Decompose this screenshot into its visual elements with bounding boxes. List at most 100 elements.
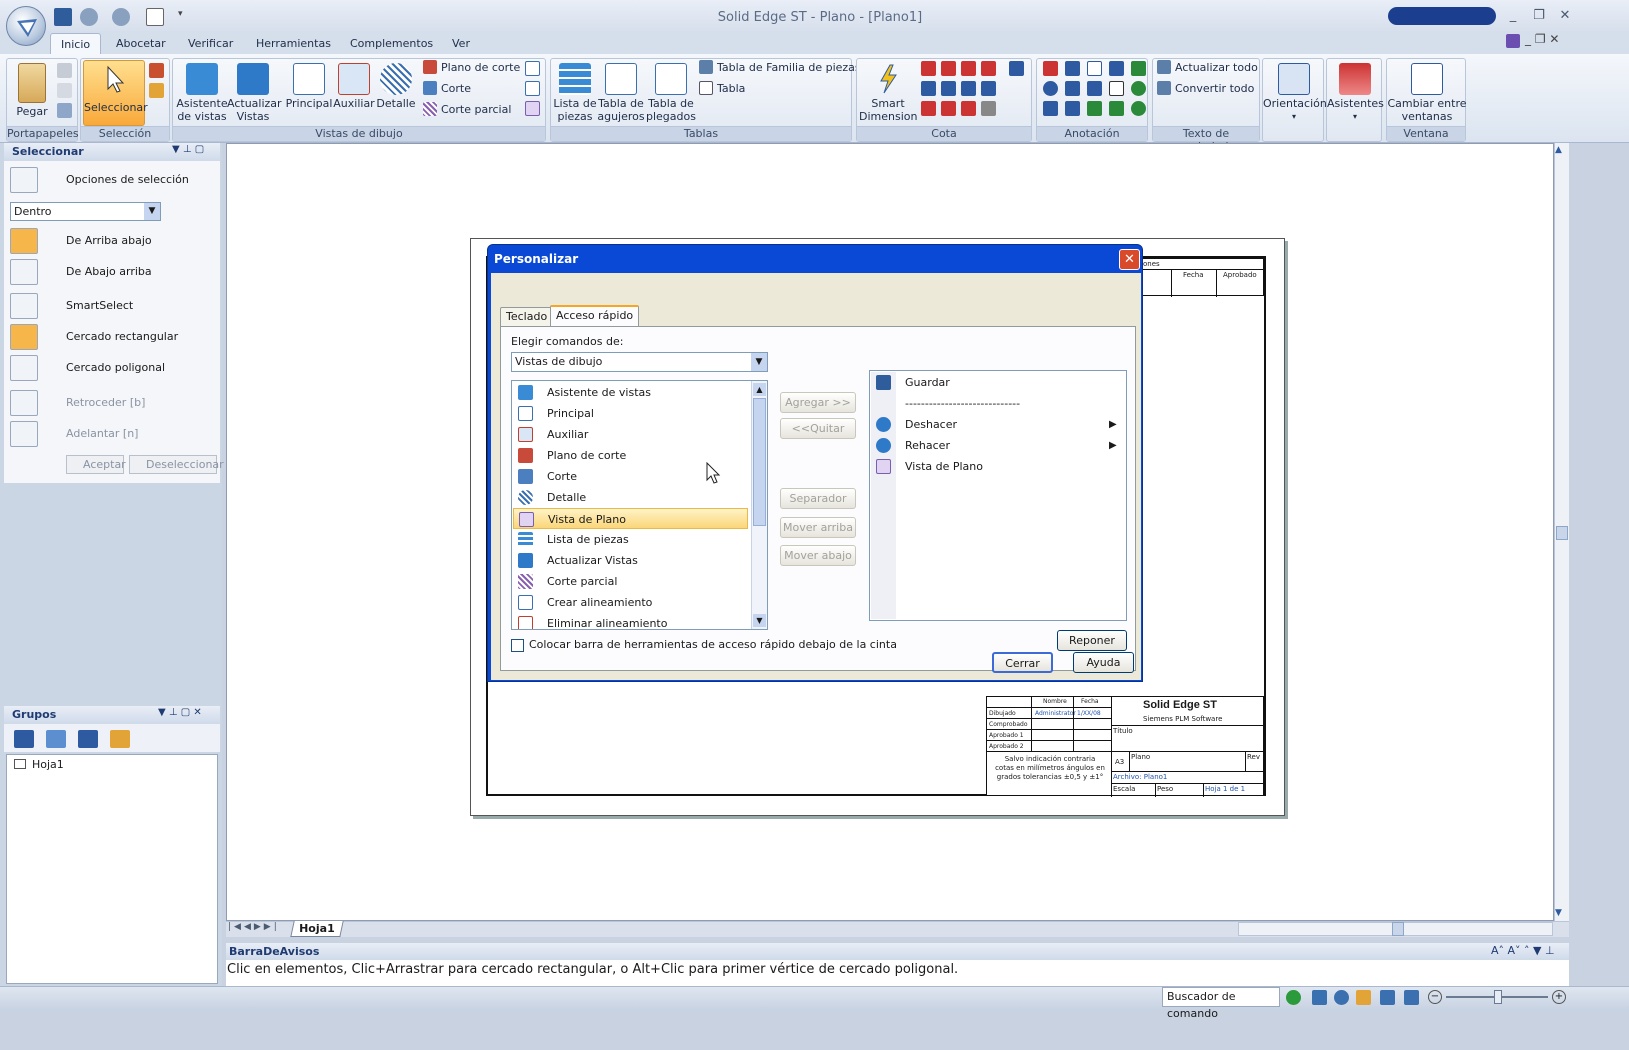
horizontal-scroll-thumb[interactable]	[1392, 922, 1404, 936]
layers-icon[interactable]	[46, 730, 66, 748]
save-icon[interactable]	[54, 8, 72, 26]
zoom-out-icon[interactable]: −	[1428, 990, 1442, 1004]
accept-button[interactable]: Aceptar	[66, 455, 126, 474]
tab-complementos[interactable]: Complementos	[340, 33, 443, 55]
dropdown-chevron-icon[interactable]: ▼	[751, 353, 767, 371]
text-icon[interactable]	[1109, 81, 1124, 96]
relationship-icon[interactable]	[921, 101, 936, 116]
poly-fence-button[interactable]: Cercado poligonal	[8, 354, 218, 382]
separator-item[interactable]: -----------------------------	[871, 393, 1125, 414]
iso-view-icon[interactable]	[525, 81, 540, 96]
list-item[interactable]: Auxiliar	[513, 424, 748, 445]
auxiliar-button[interactable]: Auxiliar	[331, 61, 377, 110]
zoom-area-icon[interactable]	[1312, 990, 1327, 1005]
smartselect-button[interactable]: SmartSelect	[8, 292, 218, 320]
family-table-button[interactable]: Tabla de Familia de piezas	[699, 60, 861, 76]
weld-symbol-icon[interactable]	[1131, 61, 1146, 76]
previous-view-icon[interactable]	[1404, 990, 1419, 1005]
leader-icon[interactable]	[1043, 61, 1058, 76]
angular-coordinate-icon[interactable]	[981, 61, 996, 76]
switch-windows-button[interactable]: Cambiar entre ventanas	[1387, 61, 1467, 123]
tangent-icon[interactable]	[961, 101, 976, 116]
commands-list[interactable]: Asistente de vistas Principal Auxiliar P…	[511, 380, 768, 630]
hole-table-button[interactable]: Tabla de agujeros	[597, 61, 645, 123]
bolt-hole-circle-icon[interactable]	[1109, 101, 1124, 116]
help-icon[interactable]	[1506, 34, 1520, 48]
quick-access-list[interactable]: Guardar ----------------------------- De…	[869, 370, 1127, 621]
principal-button[interactable]: Principal	[283, 61, 335, 110]
sheet-view-icon[interactable]	[146, 8, 164, 26]
datum-frame-icon[interactable]	[1087, 81, 1102, 96]
selection-mode-dropdown[interactable]: Dentro	[10, 202, 161, 221]
minimize-button[interactable]: _	[1500, 6, 1526, 26]
convert-all-button[interactable]: Convertir todo	[1157, 81, 1254, 97]
command-finder-input[interactable]: Buscador de comando	[1162, 987, 1280, 1020]
list-item[interactable]: Crear alineamiento	[513, 592, 748, 613]
move-up-button[interactable]: Mover arriba	[780, 517, 856, 538]
scroll-down-icon[interactable]: ▼	[1555, 908, 1562, 918]
cut-icon[interactable]	[57, 63, 72, 78]
list-item[interactable]: Actualizar Vistas	[513, 550, 748, 571]
tab-herramientas[interactable]: Herramientas	[246, 33, 341, 55]
grupos-header-controls[interactable]: ▼ ⊥ ▢ ✕	[158, 707, 202, 718]
copy-icon[interactable]	[57, 83, 72, 98]
selection-options-button[interactable]: Opciones de selección	[8, 166, 218, 194]
select-filter-icon[interactable]	[149, 83, 164, 98]
horizontal-vertical-icon[interactable]	[981, 101, 996, 116]
back-button[interactable]: Retroceder [b]	[8, 389, 218, 417]
close-button[interactable]: ✕	[1552, 6, 1578, 26]
dialog-close-button[interactable]: ✕	[1119, 249, 1140, 270]
select-tool-icon[interactable]	[149, 63, 164, 78]
chamfer-dimension-icon[interactable]	[941, 81, 956, 96]
undo-icon[interactable]	[80, 8, 98, 26]
list-item[interactable]: Principal	[513, 403, 748, 424]
below-ribbon-checkbox[interactable]	[511, 639, 524, 652]
format-copy-icon[interactable]	[57, 103, 72, 118]
sheet-tab-hoja1[interactable]: Hoja1	[290, 921, 344, 937]
tab-inicio[interactable]: Inicio	[50, 33, 102, 55]
scroll-up-icon[interactable]: ▲	[1555, 145, 1562, 155]
partial-section-button[interactable]: Corte parcial	[423, 102, 511, 118]
select-button[interactable]: Seleccionar	[83, 60, 148, 126]
list-item[interactable]: Deshacer ▶	[871, 414, 1125, 435]
list-item[interactable]: Guardar	[871, 372, 1125, 393]
list-item[interactable]: Detalle	[513, 487, 748, 508]
sketch-view-icon[interactable]	[525, 101, 540, 116]
choose-commands-dropdown[interactable]: Vistas de dibujo	[511, 352, 768, 372]
redo-icon[interactable]	[112, 8, 130, 26]
doc-window-controls[interactable]: _ ❐ ✕	[1525, 32, 1559, 46]
center-mark-icon[interactable]	[1131, 81, 1146, 96]
zoom-slider-thumb[interactable]	[1494, 990, 1502, 1004]
rect-fence-button[interactable]: Cercado rectangular	[8, 323, 218, 351]
list-item[interactable]: Eliminar alineamiento	[513, 613, 748, 629]
vertical-scroll-thumb[interactable]	[1556, 526, 1568, 540]
reset-button[interactable]: Reponer	[1057, 630, 1127, 651]
sheet-nav-buttons[interactable]: |◀◀▶▶|	[228, 922, 280, 932]
hole-callout-icon[interactable]	[1087, 101, 1102, 116]
center-line-icon[interactable]	[1131, 101, 1146, 116]
detalle-button[interactable]: Detalle	[373, 61, 419, 110]
bend-table-button[interactable]: Tabla de plegados	[645, 61, 697, 123]
pan-icon[interactable]	[1380, 990, 1395, 1005]
list-item-selected[interactable]: Vista de Plano	[513, 508, 748, 529]
list-item[interactable]: Rehacer ▶	[871, 435, 1125, 456]
symmetric-diameter-icon[interactable]	[921, 81, 936, 96]
scroll-down-icon[interactable]: ▼	[753, 614, 766, 627]
angle-between-icon[interactable]	[941, 61, 956, 76]
feature-control-icon[interactable]	[1065, 81, 1080, 96]
block-label-icon[interactable]	[1065, 101, 1080, 116]
3d-view-icon[interactable]	[525, 61, 540, 76]
qat-customize-chevron-icon[interactable]: ▾	[178, 9, 183, 19]
prompt-bar-controls[interactable]: A˄ A˅ ˄ ▼ ⊥	[1491, 944, 1555, 957]
list-scroll-thumb[interactable]	[753, 398, 766, 526]
scroll-up-icon[interactable]: ▲	[753, 383, 766, 396]
graphics-toolbar[interactable]	[1388, 7, 1496, 25]
remove-button[interactable]: <<Quitar	[780, 418, 856, 439]
library-icon[interactable]	[110, 730, 130, 748]
list-item[interactable]: Vista de Plano	[871, 456, 1125, 477]
bottom-up-button[interactable]: De Abajo arriba	[8, 258, 218, 286]
update-views-button[interactable]: Actualizar Vistas	[227, 61, 282, 123]
list-item[interactable]: Lista de piezas	[513, 529, 748, 550]
list-item[interactable]: Corte parcial	[513, 571, 748, 592]
balloon-icon[interactable]	[1065, 61, 1080, 76]
